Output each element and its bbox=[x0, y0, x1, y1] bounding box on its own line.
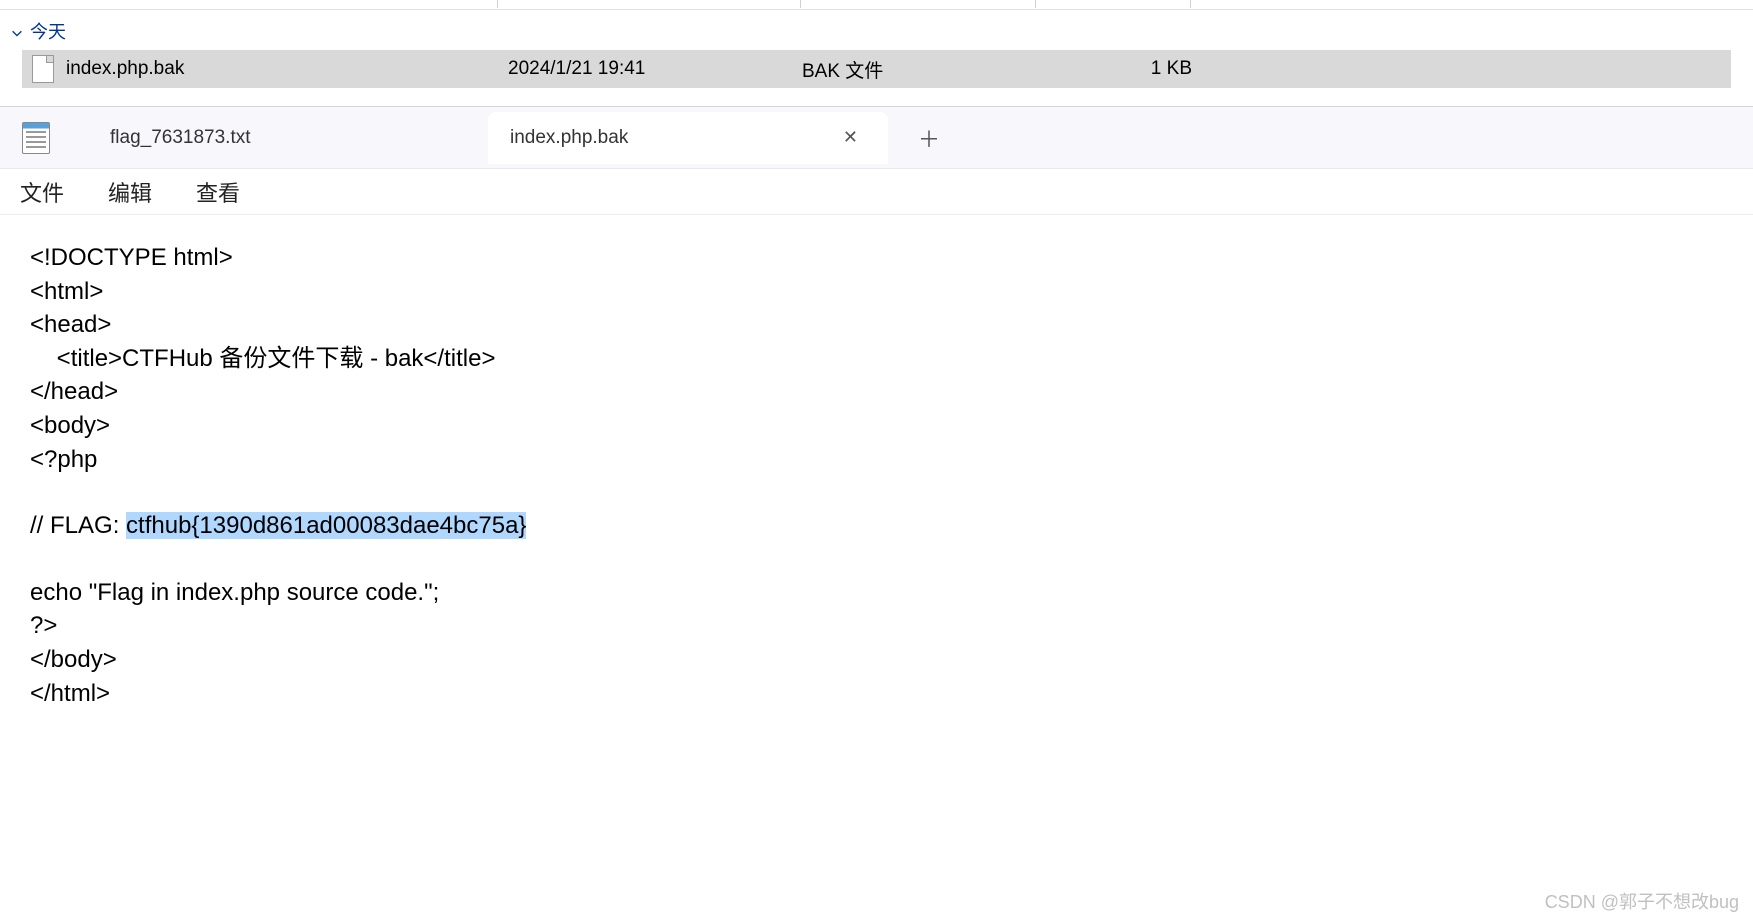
file-size: 1 KB bbox=[1032, 58, 1202, 80]
code-line: ?> bbox=[30, 609, 1723, 643]
group-label: 今天 bbox=[30, 18, 66, 44]
code-line: <body> bbox=[30, 409, 1723, 443]
editor-content[interactable]: <!DOCTYPE html> <html> <head> <title>CTF… bbox=[0, 215, 1753, 736]
code-line: <head> bbox=[30, 308, 1723, 342]
code-line: echo "Flag in index.php source code."; bbox=[30, 576, 1723, 610]
explorer-column-header bbox=[0, 0, 1753, 10]
menu-file[interactable]: 文件 bbox=[20, 176, 64, 208]
code-line: </html> bbox=[30, 677, 1723, 711]
new-tab-button[interactable]: ＋ bbox=[888, 122, 970, 154]
file-type: BAK 文件 bbox=[802, 56, 1032, 83]
code-line: <?php bbox=[30, 443, 1723, 477]
tab-flag-file[interactable]: flag_7631873.txt bbox=[88, 112, 488, 164]
code-line: <title>CTFHub 备份文件下载 - bak</title> bbox=[30, 342, 1723, 376]
menu-edit[interactable]: 编辑 bbox=[108, 176, 152, 208]
file-name: index.php.bak bbox=[66, 58, 508, 80]
tab-label: index.php.bak bbox=[510, 127, 628, 149]
file-row[interactable]: index.php.bak 2024/1/21 19:41 BAK 文件 1 K… bbox=[22, 50, 1731, 88]
chevron-down-icon bbox=[10, 24, 24, 38]
code-line: <!DOCTYPE html> bbox=[30, 241, 1723, 275]
code-line bbox=[30, 476, 1723, 509]
watermark: CSDN @郭子不想改bug bbox=[1545, 888, 1739, 914]
code-line bbox=[30, 543, 1723, 576]
file-icon bbox=[32, 55, 54, 83]
menu-view[interactable]: 查看 bbox=[196, 176, 240, 208]
close-icon[interactable]: ✕ bbox=[835, 123, 866, 152]
explorer-group-today[interactable]: 今天 bbox=[0, 10, 1753, 50]
notepad-icon bbox=[22, 122, 50, 154]
code-line: </head> bbox=[30, 375, 1723, 409]
code-line: </body> bbox=[30, 643, 1723, 677]
tab-label: flag_7631873.txt bbox=[110, 127, 251, 149]
code-line: // FLAG: ctfhub{1390d861ad00083dae4bc75a… bbox=[30, 509, 1723, 543]
notepad-window: flag_7631873.txt index.php.bak ✕ ＋ 文件 编辑… bbox=[0, 106, 1753, 736]
file-date: 2024/1/21 19:41 bbox=[508, 58, 802, 80]
code-line: <html> bbox=[30, 275, 1723, 309]
tab-index-bak[interactable]: index.php.bak ✕ bbox=[488, 112, 888, 164]
tab-bar: flag_7631873.txt index.php.bak ✕ ＋ bbox=[0, 107, 1753, 169]
selected-text: ctfhub{1390d861ad00083dae4bc75a} bbox=[126, 512, 526, 539]
menu-bar: 文件 编辑 查看 bbox=[0, 169, 1753, 215]
